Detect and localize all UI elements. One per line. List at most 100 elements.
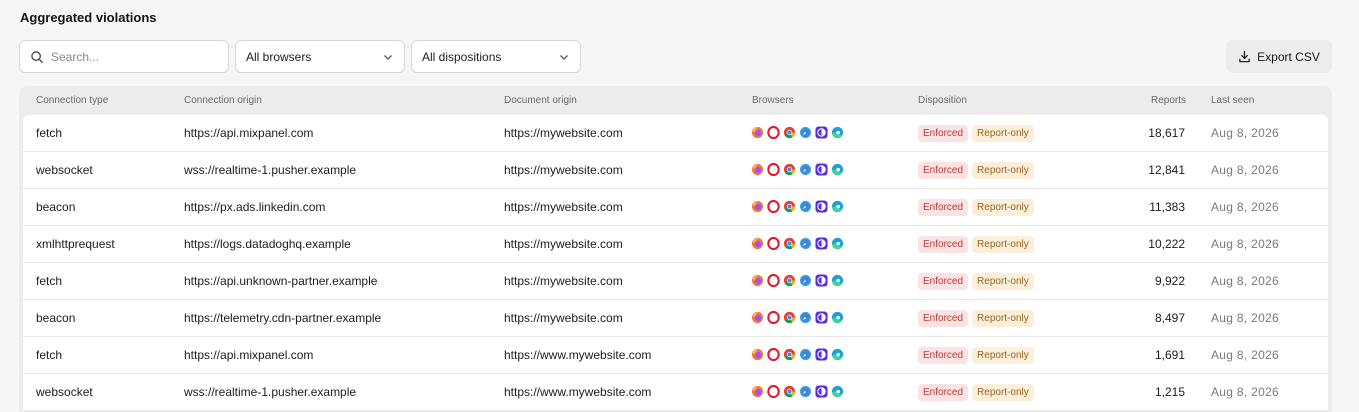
firefox-icon <box>751 200 764 213</box>
connection-type-cell: fetch <box>36 126 63 140</box>
export-csv-button[interactable]: Export CSV <box>1226 40 1332 73</box>
enforced-badge: Enforced <box>918 125 969 142</box>
table-row[interactable]: fetch https://api.mixpanel.com https://w… <box>23 337 1328 374</box>
opera-icon <box>767 163 780 176</box>
connection-origin-cell: https://telemetry.cdn-partner.example <box>184 311 382 325</box>
reports-count-cell: 9,922 <box>1154 274 1185 288</box>
browsers-cell <box>751 163 844 176</box>
safari-icon <box>799 274 812 287</box>
report-only-badge: Report-only <box>972 162 1034 179</box>
edge-icon <box>831 237 844 250</box>
safari-icon <box>799 163 812 176</box>
last-seen-cell: Aug 8, 2026 <box>1211 311 1280 325</box>
report-only-badge: Report-only <box>972 384 1034 401</box>
report-only-badge: Report-only <box>972 273 1034 290</box>
reports-count-cell: 12,841 <box>1148 163 1185 177</box>
report-only-badge: Report-only <box>972 125 1034 142</box>
table-row[interactable]: beacon https://px.ads.linkedin.com https… <box>23 189 1328 226</box>
reports-count-cell: 1,215 <box>1154 385 1185 399</box>
browsers-cell <box>751 200 844 213</box>
browsers-cell <box>751 237 844 250</box>
document-origin-cell: https://mywebsite.com <box>504 200 623 214</box>
table-row[interactable]: websocket wss://realtime-1.pusher.exampl… <box>23 152 1328 189</box>
connection-type-cell: beacon <box>36 200 76 214</box>
table-row[interactable]: fetch https://api.unknown-partner.exampl… <box>23 263 1328 300</box>
document-origin-cell: https://mywebsite.com <box>504 237 623 251</box>
chrome-icon <box>783 274 796 287</box>
table-row[interactable]: beacon https://telemetry.cdn-partner.exa… <box>23 300 1328 337</box>
connection-type-cell: beacon <box>36 311 76 325</box>
column-header-browsers[interactable]: Browsers <box>752 95 794 106</box>
chevron-down-icon <box>384 54 392 60</box>
edge-icon <box>831 200 844 213</box>
chrome-icon <box>783 237 796 250</box>
enforced-badge: Enforced <box>918 273 969 290</box>
table-body: fetch https://api.mixpanel.com https://m… <box>23 115 1328 411</box>
firefox-icon <box>751 237 764 250</box>
disposition-cell: Enforced Report-only <box>918 310 1034 327</box>
search-box[interactable] <box>19 40 229 73</box>
connection-type-cell: fetch <box>36 274 63 288</box>
last-seen-cell: Aug 8, 2026 <box>1211 274 1280 288</box>
report-only-badge: Report-only <box>972 236 1034 253</box>
edge-icon <box>831 311 844 324</box>
document-origin-cell: https://mywebsite.com <box>504 126 623 140</box>
browsers-cell <box>751 348 844 361</box>
connection-origin-cell: wss://realtime-1.pusher.example <box>184 163 357 177</box>
export-csv-label: Export CSV <box>1257 49 1320 64</box>
connection-type-cell: xmlhttprequest <box>36 237 115 251</box>
report-only-badge: Report-only <box>972 199 1034 216</box>
document-origin-cell: https://www.mywebsite.com <box>504 348 652 362</box>
browser-filter-select[interactable]: All browsers <box>235 40 405 73</box>
tor-icon <box>815 126 828 139</box>
reports-count-cell: 11,383 <box>1149 200 1185 214</box>
connection-type-cell: websocket <box>36 385 93 399</box>
page-title: Aggregated violations <box>20 10 157 25</box>
last-seen-cell: Aug 8, 2026 <box>1211 126 1280 140</box>
connection-type-cell: fetch <box>36 348 63 362</box>
edge-icon <box>831 126 844 139</box>
tor-icon <box>815 348 828 361</box>
disposition-cell: Enforced Report-only <box>918 384 1034 401</box>
table-row[interactable]: xmlhttprequest https://logs.datadoghq.ex… <box>23 226 1328 263</box>
column-header-disposition[interactable]: Disposition <box>918 95 967 106</box>
firefox-icon <box>751 274 764 287</box>
opera-icon <box>767 200 780 213</box>
disposition-filter-value: All dispositions <box>422 49 502 64</box>
table-row[interactable]: fetch https://api.mixpanel.com https://m… <box>23 115 1328 152</box>
safari-icon <box>799 237 812 250</box>
column-header-connection-type[interactable]: Connection type <box>36 95 108 106</box>
opera-icon <box>767 311 780 324</box>
opera-icon <box>767 237 780 250</box>
last-seen-cell: Aug 8, 2026 <box>1211 348 1280 362</box>
firefox-icon <box>751 311 764 324</box>
reports-count-cell: 1,691 <box>1154 348 1185 362</box>
chrome-icon <box>783 200 796 213</box>
edge-icon <box>831 385 844 398</box>
firefox-icon <box>751 126 764 139</box>
column-header-reports[interactable]: Reports <box>1151 95 1186 106</box>
column-header-connection-origin[interactable]: Connection origin <box>184 95 262 106</box>
report-only-badge: Report-only <box>972 310 1034 327</box>
safari-icon <box>799 200 812 213</box>
opera-icon <box>767 385 780 398</box>
tor-icon <box>815 237 828 250</box>
last-seen-cell: Aug 8, 2026 <box>1211 237 1280 251</box>
reports-count-cell: 10,222 <box>1148 237 1185 251</box>
safari-icon <box>799 385 812 398</box>
violations-table: Connection type Connection origin Docume… <box>19 86 1332 412</box>
edge-icon <box>831 274 844 287</box>
disposition-filter-select[interactable]: All dispositions <box>411 40 581 73</box>
browsers-cell <box>751 274 844 287</box>
browsers-cell <box>751 311 844 324</box>
document-origin-cell: https://www.mywebsite.com <box>504 385 652 399</box>
chrome-icon <box>783 163 796 176</box>
safari-icon <box>799 311 812 324</box>
table-row[interactable]: websocket wss://realtime-1.pusher.exampl… <box>23 374 1328 411</box>
column-header-document-origin[interactable]: Document origin <box>504 95 577 106</box>
chrome-icon <box>783 126 796 139</box>
search-input[interactable] <box>51 49 211 64</box>
column-header-last-seen[interactable]: Last seen <box>1211 95 1254 106</box>
browsers-cell <box>751 385 844 398</box>
disposition-cell: Enforced Report-only <box>918 273 1034 290</box>
